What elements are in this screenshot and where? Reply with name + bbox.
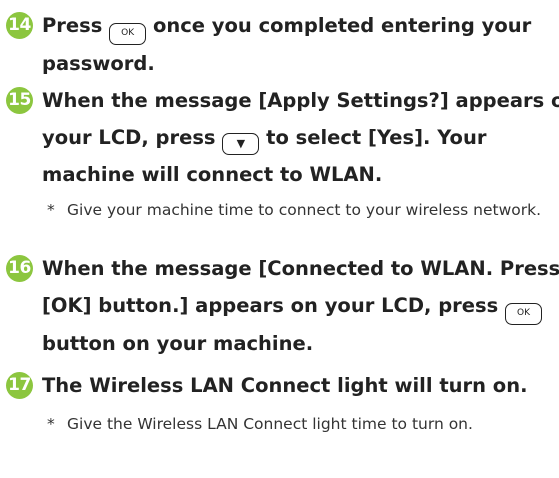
step-text-segment: Press [42,14,103,37]
step-line: When the message [Apply Settings?] appea… [42,89,559,112]
step-note: * Give the Wireless LAN Connect light ti… [47,413,547,435]
step-text-segment: to select [Yes]. Your [266,126,487,149]
step-text-segment: your LCD, press [42,126,216,149]
note-marker: * [47,415,55,433]
note-text: Give your machine time to connect to you… [67,201,542,219]
step-text-segment: once you completed entering your [152,14,532,37]
step-line: machine will connect to WLAN. [42,163,383,186]
ok-key-icon: OK [505,303,543,325]
ok-key-icon: OK [109,23,147,45]
manual-page: { "accent_color": "#8cc63f", "steps": [ … [0,0,559,478]
step-text-segment: [OK] button.] appears on your LCD, press [42,294,499,317]
note-text: Give the Wireless LAN Connect light time… [67,415,473,433]
step-number-badge: 16 [6,255,33,282]
step-instruction: Press OK once you completed entering you… [42,7,552,82]
step-line: Press OK once you completed entering you… [42,7,552,45]
step-line: password. [42,52,155,75]
down-arrow-key-icon: ▼ [222,133,260,155]
step-note: * Give your machine time to connect to y… [47,199,547,221]
step-line: button on your machine. [42,332,314,355]
step-number-badge: 14 [6,12,33,39]
step-line: [OK] button.] appears on your LCD, press… [42,287,552,325]
step-number-badge: 17 [6,372,33,399]
note-marker: * [47,201,55,219]
step-instruction: When the message [Connected to WLAN. Pre… [42,250,559,362]
step-line: When the message [Connected to WLAN. Pre… [42,257,559,280]
step-line: your LCD, press ▼ to select [Yes]. Your [42,119,552,156]
step-instruction: When the message [Apply Settings?] appea… [42,82,559,193]
step-line: The Wireless LAN Connect light will turn… [42,374,528,397]
step-instruction: The Wireless LAN Connect light will turn… [42,367,552,404]
step-number-badge: 15 [6,87,33,114]
